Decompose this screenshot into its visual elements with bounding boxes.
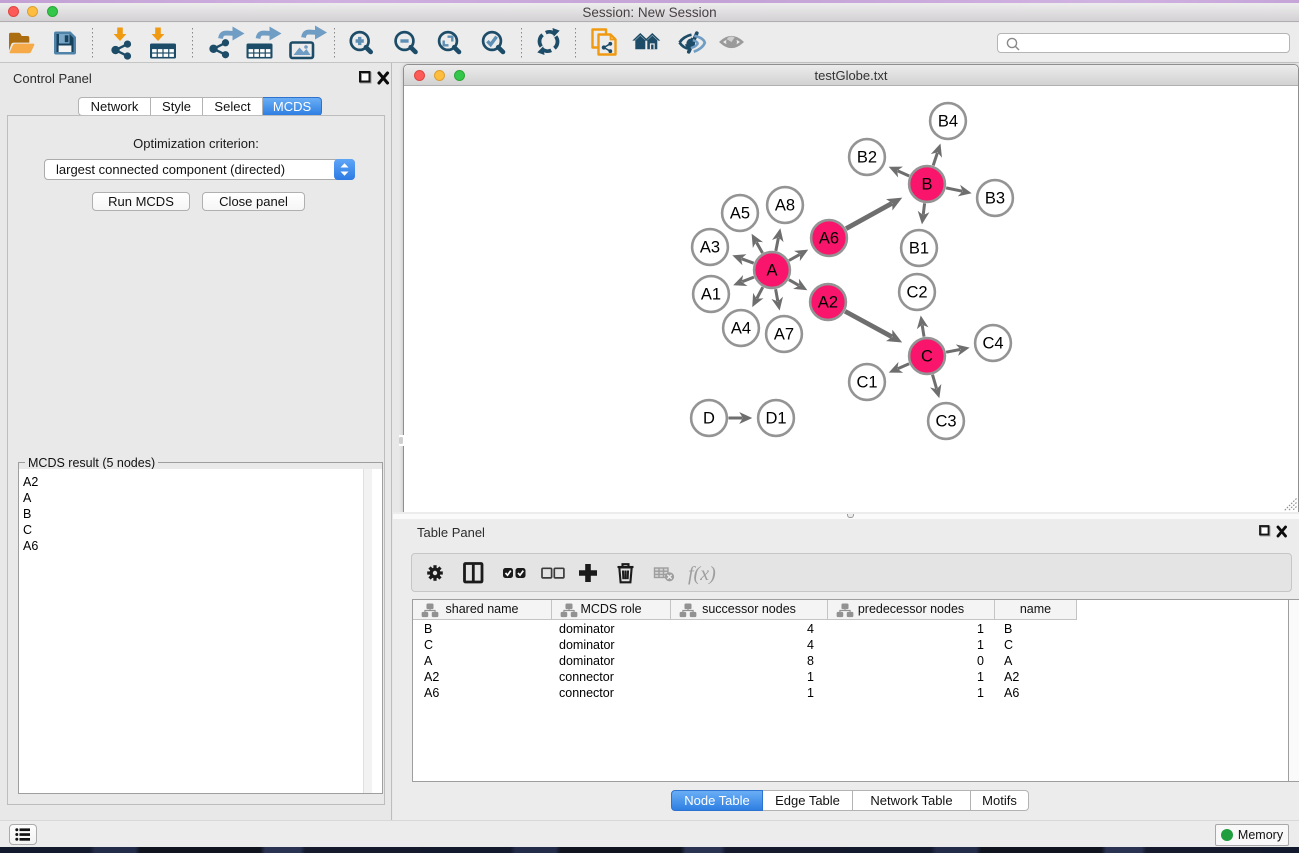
svg-text:A7: A7 <box>774 326 794 344</box>
svg-text:D1: D1 <box>765 410 786 428</box>
svg-text:B2: B2 <box>857 149 877 167</box>
svg-text:C: C <box>921 348 933 366</box>
svg-text:B1: B1 <box>909 240 929 258</box>
svg-text:B4: B4 <box>938 113 958 131</box>
svg-text:A2: A2 <box>818 294 838 312</box>
svg-text:A3: A3 <box>700 239 720 257</box>
svg-text:f(x): f(x) <box>688 563 716 585</box>
svg-text:A8: A8 <box>775 197 795 215</box>
svg-text:C4: C4 <box>982 335 1003 353</box>
svg-text:A1: A1 <box>701 286 721 304</box>
svg-text:A4: A4 <box>731 320 751 338</box>
svg-text:B: B <box>921 176 932 194</box>
svg-text:A: A <box>766 262 777 280</box>
svg-text:C1: C1 <box>856 374 877 392</box>
svg-text:A5: A5 <box>730 205 750 223</box>
svg-text:A6: A6 <box>819 230 839 248</box>
svg-text:D: D <box>703 410 715 428</box>
svg-text:C2: C2 <box>906 284 927 302</box>
svg-text:B3: B3 <box>985 190 1005 208</box>
svg-text:C3: C3 <box>935 413 956 431</box>
